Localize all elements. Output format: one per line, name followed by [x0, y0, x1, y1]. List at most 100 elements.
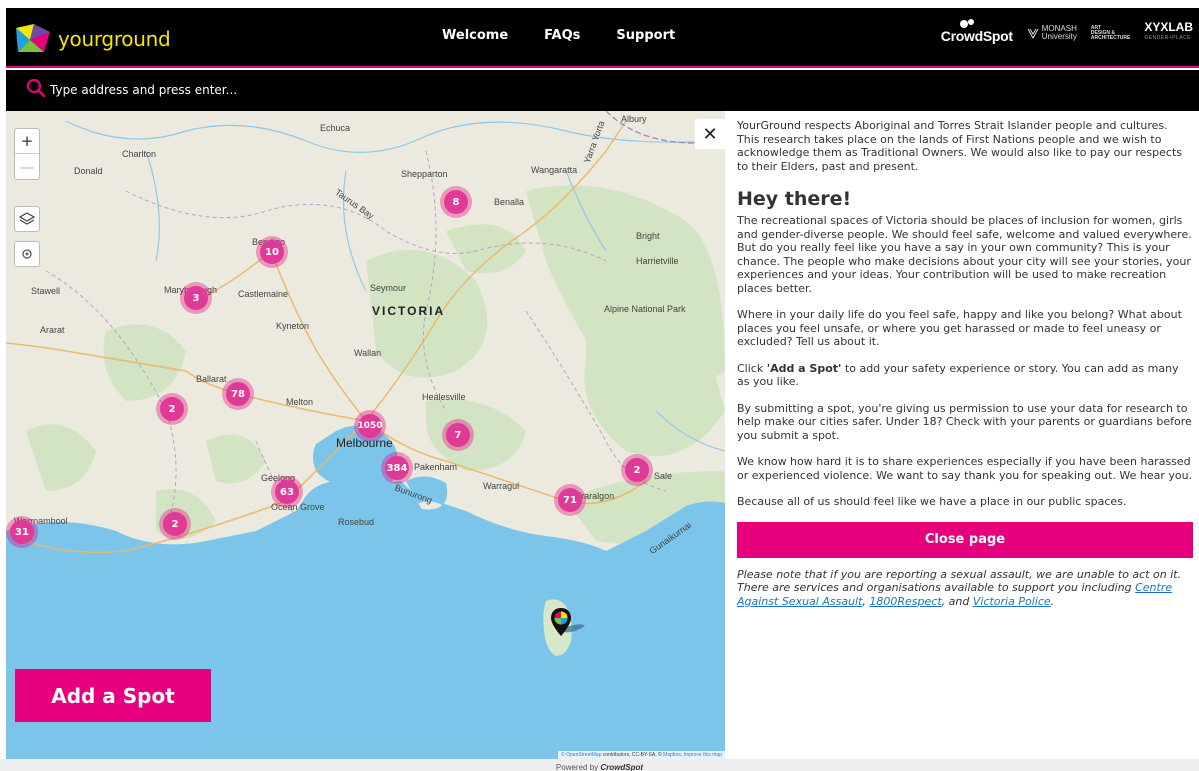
place-label-melton: Melton — [286, 397, 314, 407]
place-label-bright: Bright — [636, 231, 660, 241]
locate-button[interactable] — [14, 241, 40, 267]
cluster-count: 3 — [184, 286, 208, 310]
cluster-count: 10 — [260, 240, 284, 264]
place-label-charlton: Charlton — [122, 149, 157, 159]
powered-by-text: Powered by — [555, 763, 599, 771]
spot-cluster-maryborough[interactable]: 3 — [180, 282, 212, 314]
thank-you-paragraph: We know how hard it is to share experien… — [737, 455, 1193, 482]
cluster-count: 63 — [275, 480, 299, 504]
map-attribution: © OpenStreetMap contributors, CC-BY-SA, … — [558, 751, 725, 759]
crowdspot-logo-text: CrowdSpot — [940, 28, 1013, 44]
add-a-spot-button[interactable]: Add a Spot — [15, 669, 211, 722]
place-label-pakenham: Pakenham — [414, 462, 458, 472]
spot-cluster-shepparton[interactable]: 8 — [440, 186, 472, 218]
place-label-castlemaine: Castlemaine — [238, 289, 289, 299]
place-label-stawell: Stawell — [31, 286, 61, 296]
spot-cluster-colac[interactable]: 2 — [159, 508, 191, 540]
spot-cluster-pakenham[interactable]: 384 — [381, 452, 413, 484]
monash-crest-icon — [1027, 28, 1039, 39]
cluster-count: 2 — [625, 458, 649, 482]
improve-map-link[interactable]: Improve this map — [684, 752, 722, 758]
nav-faqs[interactable]: FAQs — [544, 28, 580, 43]
monash-line2: University — [1041, 32, 1077, 41]
layers-icon — [19, 212, 35, 225]
place-label-warragul: Warragul — [483, 481, 520, 491]
layers-button[interactable] — [14, 206, 40, 232]
spot-cluster-ballarat-west[interactable]: 2 — [156, 393, 188, 425]
cluster-count: 2 — [160, 397, 184, 421]
nav-support[interactable]: Support — [616, 28, 675, 43]
partner-logos: CrowdSpot MONASH University ART DESIGN &… — [940, 19, 1193, 44]
place-label-albury: Albury — [621, 114, 647, 124]
spot-cluster-traralgon[interactable]: 71 — [554, 484, 586, 516]
crowdspot-pin-icon — [959, 19, 974, 28]
xyxlab-subtitle: GENDER+PLACE — [1144, 35, 1192, 41]
main-nav: Welcome FAQs Support — [442, 28, 711, 43]
app-root: yourground Welcome FAQs Support CrowdSpo… — [0, 0, 1199, 771]
state-label-victoria: VICTORIA — [372, 304, 446, 318]
logo-text: yourground — [58, 27, 171, 51]
spot-cluster-melbourne[interactable]: 1050 — [354, 410, 386, 442]
panel-heading: Hey there! — [737, 188, 852, 210]
place-label-kyneton: Kyneton — [276, 321, 310, 331]
cluster-count: 2 — [163, 512, 187, 536]
place-label-echuca: Echuca — [320, 123, 351, 133]
cluster-count: 8 — [444, 190, 468, 214]
1800respect-link[interactable]: 1800Respect — [869, 595, 941, 608]
question-paragraph: Where in your daily life do you feel saf… — [737, 308, 1182, 348]
instructions-bold: 'Add a Spot' — [766, 361, 842, 375]
welcome-panel: YourGround respects Aboriginal and Torre… — [737, 119, 1193, 759]
footer: Powered by CrowdSpot — [0, 759, 1199, 771]
search-icon[interactable] — [26, 78, 46, 98]
xyxlab-logo[interactable]: XYXLAB GENDER+PLACE — [1144, 21, 1193, 44]
spot-cluster-warrnambool[interactable]: 31 — [6, 516, 38, 548]
address-search-bar — [6, 70, 1199, 111]
spot-cluster-ballarat[interactable]: 78 — [222, 378, 254, 410]
attribution-text: contributors, CC-BY-SA, © — [601, 752, 664, 758]
place-label-shepparton: Shepparton — [401, 169, 448, 179]
notice-end: . — [1050, 594, 1055, 608]
cluster-count: 78 — [226, 382, 250, 406]
closing-paragraph: Because all of us should feel like we ha… — [737, 495, 1127, 508]
spot-cluster-bendigo[interactable]: 10 — [256, 236, 288, 268]
mapbox-attribution-link[interactable]: Mapbox — [663, 752, 681, 758]
place-label-healesville: Healesville — [422, 392, 466, 402]
crowdspot-logo[interactable]: CrowdSpot — [940, 19, 1013, 44]
map-view[interactable]: Echuca Albury Charlton Donald Shepparton… — [6, 111, 725, 759]
acknowledgement-text: YourGround respects Aboriginal and Torre… — [737, 119, 1183, 173]
cluster-count: 1050 — [357, 414, 383, 438]
notice-sep2: , and — [941, 594, 973, 608]
cluster-count: 31 — [10, 520, 34, 544]
footer-brand[interactable]: CrowdSpot — [600, 763, 643, 771]
place-label-wangaratta: Wangaratta — [531, 165, 578, 175]
intro-paragraph: The recreational spaces of Victoria shou… — [737, 214, 1192, 295]
close-panel-button[interactable]: ✕ — [695, 119, 725, 149]
place-label-ararat: Ararat — [40, 325, 65, 335]
address-search-input[interactable] — [50, 79, 550, 101]
art-design-architecture-logo[interactable]: ART DESIGN & ARCHITECTURE — [1091, 25, 1130, 41]
victoria-police-link[interactable]: Victoria Police — [973, 595, 1051, 608]
zoom-in-button[interactable]: + — [15, 129, 39, 154]
place-label-wallan: Wallan — [354, 348, 382, 358]
osm-attribution-link[interactable]: © OpenStreetMap — [561, 752, 601, 758]
spot-cluster-geelong[interactable]: 63 — [271, 476, 303, 508]
nav-welcome[interactable]: Welcome — [442, 28, 508, 43]
monash-logo[interactable]: MONASH University — [1027, 25, 1077, 41]
top-navigation-bar: yourground Welcome FAQs Support CrowdSpo… — [6, 8, 1199, 68]
place-label-seymour: Seymour — [370, 283, 407, 293]
zoom-out-button[interactable]: — — [15, 154, 39, 179]
cluster-count: 384 — [385, 456, 409, 480]
add-spot-instructions: Click 'Add a Spot' to add your safety ex… — [737, 362, 1193, 389]
notice-text: Please note that if you are reporting a … — [737, 567, 1182, 595]
sexual-assault-notice: Please note that if you are reporting a … — [737, 568, 1193, 609]
place-label-benalla: Benalla — [494, 197, 525, 207]
place-label-alpine-national-park: Alpine National Park — [604, 304, 686, 314]
place-label-ballarat: Ballarat — [196, 374, 227, 384]
yourground-logo[interactable]: yourground — [14, 22, 171, 56]
spot-cluster-healesville[interactable]: 7 — [442, 419, 474, 451]
spot-cluster-sale[interactable]: 2 — [621, 454, 653, 486]
instructions-pre: Click — [737, 361, 767, 375]
close-page-button[interactable]: Close page — [737, 521, 1193, 558]
monash-logo-text: MONASH University — [1042, 25, 1077, 41]
yourground-logo-mark-icon — [16, 24, 50, 52]
